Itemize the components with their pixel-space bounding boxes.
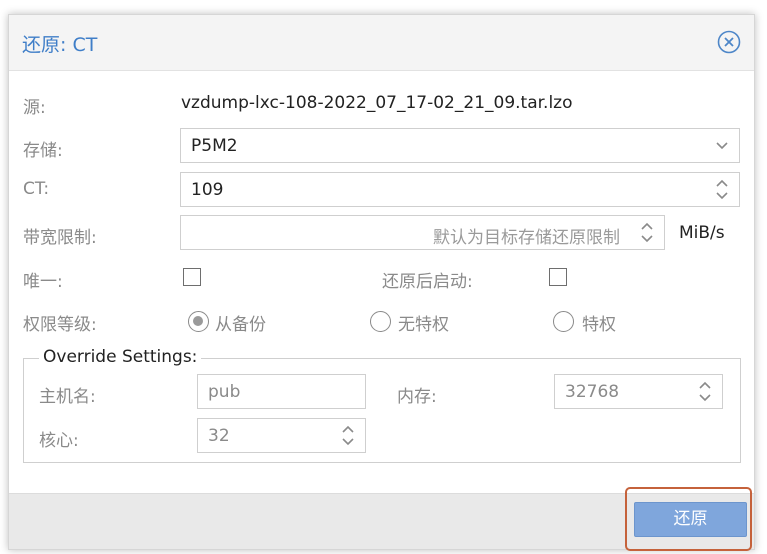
privilege-option-label: 从备份 <box>215 315 266 335</box>
ct-id-spinner[interactable]: 109 <box>180 172 740 207</box>
privilege-radio-from-backup[interactable] <box>188 311 209 332</box>
radio-dot <box>193 316 203 326</box>
privilege-option-label: 特权 <box>582 315 616 335</box>
close-icon[interactable] <box>717 30 741 54</box>
spinner-arrows-icon[interactable] <box>630 216 664 249</box>
storage-select[interactable]: P5M2 <box>180 128 740 163</box>
bwlimit-unit: MiB/s <box>679 223 725 243</box>
source-value: vzdump-lxc-108-2022_07_17-02_21_09.tar.l… <box>181 93 573 113</box>
start-after-restore-label: 还原后启动: <box>382 272 473 292</box>
hostname-value: pub <box>208 382 241 402</box>
start-after-restore-checkbox[interactable] <box>549 268 567 286</box>
cores-spinner[interactable]: 32 <box>197 418 366 453</box>
cores-label: 核心: <box>39 431 79 451</box>
ct-label: CT: <box>23 179 50 199</box>
unique-label: 唯一: <box>23 272 63 292</box>
storage-select-value: P5M2 <box>191 136 238 156</box>
source-label: 源: <box>23 98 46 118</box>
memory-value: 32768 <box>565 382 620 402</box>
privilege-radio-unprivileged[interactable] <box>370 311 391 332</box>
memory-label: 内存: <box>397 387 437 407</box>
privilege-label: 权限等级: <box>23 315 97 335</box>
bwlimit-label: 带宽限制: <box>23 228 97 248</box>
hostname-input[interactable]: pub <box>197 374 366 409</box>
restore-button[interactable]: 还原 <box>634 502 747 537</box>
ct-id-value: 109 <box>191 180 224 200</box>
override-settings-legend: Override Settings: <box>39 347 202 367</box>
privilege-radio-privileged[interactable] <box>553 311 574 332</box>
spinner-arrows-icon[interactable] <box>688 375 722 408</box>
unique-checkbox[interactable] <box>183 268 201 286</box>
chevron-down-icon[interactable] <box>705 129 739 162</box>
restore-ct-dialog: 还原: CT 源: vzdump-lxc-108-2022_07_17-02_2… <box>8 14 755 551</box>
privilege-option-label: 无特权 <box>398 315 449 335</box>
hostname-label: 主机名: <box>39 387 96 407</box>
dialog-header: 还原: CT <box>9 15 754 71</box>
bwlimit-placeholder: 默认为目标存储还原限制 <box>433 228 620 248</box>
storage-label: 存储: <box>23 141 63 161</box>
bwlimit-input[interactable]: 默认为目标存储还原限制 <box>180 215 665 250</box>
spinner-arrows-icon[interactable] <box>331 419 365 452</box>
cores-value: 32 <box>208 426 230 446</box>
spinner-arrows-icon[interactable] <box>705 173 739 206</box>
dialog-title: 还原: CT <box>22 34 98 56</box>
memory-spinner[interactable]: 32768 <box>554 374 723 409</box>
